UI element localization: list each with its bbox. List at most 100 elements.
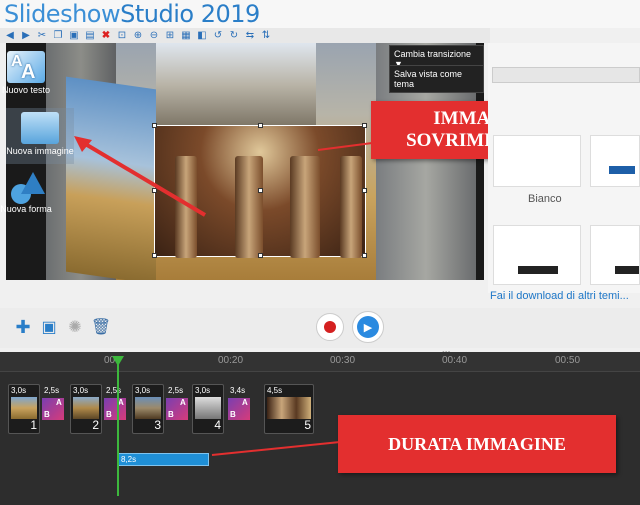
pillar-shape [290,156,320,258]
zoom-fit-icon[interactable]: ⊡ [116,30,128,42]
playhead[interactable] [117,356,119,496]
time-ruler[interactable]: 00 00:20 00:30 00:40 00:50 [0,352,640,372]
themes-panel: Bianco [488,43,640,293]
theme-search-bar[interactable] [492,67,640,83]
slide-clip[interactable]: 3,0s 4 [192,384,224,434]
back-icon[interactable]: ◀ [4,30,16,42]
ruler-tick: 00:40 [442,355,468,366]
save-theme-label: Salva vista come tema [394,69,463,89]
flip-v-icon[interactable]: ⇅ [260,30,272,42]
theme-tile-dark-bar[interactable] [493,225,581,285]
copy-icon[interactable]: ❐ [52,30,64,42]
zoom-out-icon[interactable]: ⊖ [148,30,160,42]
resize-handle[interactable] [362,123,367,128]
clip-duration: 4,5s [267,386,283,395]
overlay-duration: 8,2s [121,455,137,464]
new-shape-button[interactable]: Nuova forma [0,168,52,224]
playback-controls: ✚ ▣ ✺ 🗑 ▶ [0,308,640,348]
transition-duration: 3,4s [230,386,246,395]
transition-b-label: B [168,410,174,419]
transition-duration: 2,5s [168,386,184,395]
image-duration-callout: DURATA IMMAGINE [338,415,616,473]
paste-icon[interactable]: ▣ [68,30,80,42]
download-themes-link[interactable]: Fai il download di altri temi... [490,290,629,302]
clip-duration: 3,0s [73,386,89,395]
theme-tile-dark-bar-2[interactable] [590,225,640,285]
transition-a-label: A [242,398,248,407]
image-icon [21,112,59,144]
rotate-right-icon[interactable]: ↻ [228,30,240,42]
trash-icon[interactable]: 🗑 [90,316,112,338]
add-image-icon[interactable]: ▣ [38,316,60,338]
resize-handle[interactable] [258,188,263,193]
transition-b-label: B [106,410,112,419]
clip-number: 3 [154,418,161,432]
image-duration-callout-text: DURATA IMMAGINE [388,434,566,454]
layer-icon[interactable]: ◧ [196,30,208,42]
transition-duration: 2,5s [44,386,60,395]
app-title-year: 2019 [193,0,261,28]
clip-number: 4 [214,418,221,432]
cut-icon[interactable]: ✂ [36,30,48,42]
zoom-select-icon[interactable]: ⊞ [164,30,176,42]
app-title-part1: Slideshow [4,0,121,28]
forward-icon[interactable]: ▶ [20,30,32,42]
new-text-button[interactable]: A A Nuovo testo [2,47,50,105]
ruler-tick: 00:50 [555,355,581,366]
overlay-image-track[interactable]: 8,2s [117,453,209,466]
clip-thumbnail [267,397,311,419]
add-icon[interactable]: ✚ [12,316,34,338]
slide-clip[interactable]: 3,0s 1 [8,384,40,434]
resize-handle[interactable] [152,253,157,258]
shape-icon [7,170,45,204]
play-button[interactable]: ▶ [352,311,384,343]
slide-clip[interactable]: 3,0s 2 [70,384,102,434]
title-bar: SlideshowStudio 2019 [0,0,640,28]
resize-handle[interactable] [362,188,367,193]
settings-icon[interactable]: ✺ [64,316,86,338]
clip-duration: 3,0s [195,386,211,395]
slide-clip[interactable]: 3,0s 3 [132,384,164,434]
theme-tile-blue[interactable] [590,135,640,187]
new-text-label: Nuovo testo [1,85,51,95]
clip-thumbnail [73,397,99,419]
text-icon: A A [7,51,45,83]
theme-label-bianco: Bianco [528,193,562,205]
resize-handle[interactable] [258,123,263,128]
ruler-tick: 00:30 [330,355,356,366]
flip-icon[interactable]: ⇆ [244,30,256,42]
clip-number: 2 [92,418,99,432]
transition-a-label: A [180,398,186,407]
zoom-in-icon[interactable]: ⊕ [132,30,144,42]
record-button[interactable] [316,313,344,341]
app-title-part2: Studio [120,0,194,28]
app-title: SlideshowStudio 2019 [4,0,260,28]
arrow-annotation [211,441,341,456]
paste-special-icon[interactable]: ▤ [84,30,96,42]
pillar-shape [235,156,263,258]
resize-handle[interactable] [258,253,263,258]
new-image-label: Nuova immagine [6,146,74,156]
rotate-left-icon[interactable]: ↺ [212,30,224,42]
resize-handle[interactable] [362,253,367,258]
record-icon [324,321,336,333]
clip-thumbnail [11,397,37,419]
transition-a-label: A [56,398,62,407]
ruler-tick: 00:20 [218,355,244,366]
clip-number: 5 [304,418,311,432]
clip-number: 1 [30,418,37,432]
theme-tile-white[interactable] [493,135,581,187]
clip-thumbnail [135,397,161,419]
transition-b-label: B [44,410,50,419]
arrow-annotation [74,136,207,217]
delete-icon[interactable]: ✖ [100,30,112,42]
clip-duration: 3,0s [135,386,151,395]
grid-icon[interactable]: ▦ [180,30,192,42]
new-image-button[interactable]: Nuova immagine [6,108,74,164]
resize-handle[interactable] [152,123,157,128]
temple-image [156,43,316,128]
main-toolbar: ◀ ▶ ✂ ❐ ▣ ▤ ✖ ⊡ ⊕ ⊖ ⊞ ▦ ◧ ↺ ↻ ⇆ ⇅ [0,28,490,43]
save-theme-button[interactable]: Salva vista come tema [389,65,484,93]
new-shape-label: Nuova forma [0,204,52,214]
slide-clip[interactable]: 4,5s 5 [264,384,314,434]
